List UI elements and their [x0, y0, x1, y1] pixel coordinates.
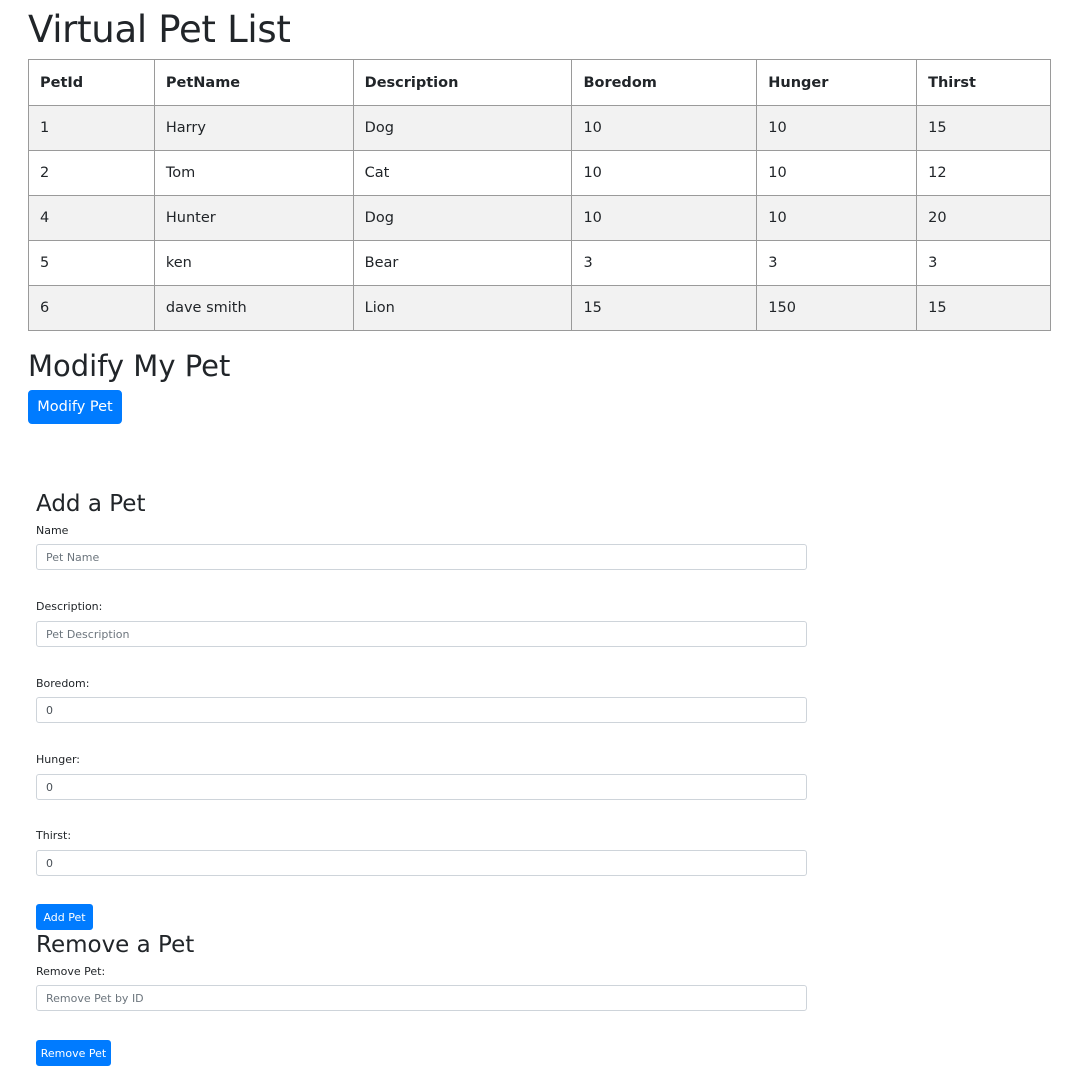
- cell-petid: 6: [28, 285, 155, 331]
- cell-description: Dog: [352, 105, 573, 151]
- remove-pet-label: Remove Pet:: [36, 965, 106, 978]
- cell-boredom: 10: [571, 150, 758, 196]
- cell-petname: Harry: [153, 105, 354, 151]
- cell-petname: dave smith: [153, 285, 354, 331]
- name-label: Name: [36, 524, 69, 537]
- remove-section-title: Remove a Pet: [36, 932, 195, 958]
- cell-hunger: 10: [756, 150, 918, 196]
- column-header-petid: PetId: [28, 59, 155, 106]
- cell-thirst: 15: [916, 105, 1051, 151]
- cell-petname: Hunter: [153, 195, 354, 241]
- boredom-input[interactable]: [36, 697, 807, 723]
- cell-boredom: 3: [571, 240, 758, 286]
- cell-petname: ken: [153, 240, 354, 286]
- column-header-thirst: Thirst: [916, 59, 1051, 106]
- cell-description: Dog: [352, 195, 573, 241]
- cell-petid: 2: [28, 150, 155, 196]
- modify-section-title: Modify My Pet: [28, 349, 231, 383]
- table-row: 1 Harry Dog 10 10 15: [28, 105, 1051, 151]
- hunger-label: Hunger:: [36, 753, 80, 766]
- remove-pet-id-input[interactable]: [36, 985, 807, 1011]
- cell-hunger: 10: [756, 195, 918, 241]
- column-header-boredom: Boredom: [571, 59, 758, 106]
- thirst-label: Thirst:: [36, 829, 72, 842]
- pet-description-input[interactable]: [36, 621, 807, 647]
- hunger-input[interactable]: [36, 774, 807, 800]
- cell-boredom: 10: [571, 105, 758, 151]
- boredom-label: Boredom:: [36, 677, 90, 690]
- table-row: 4 Hunter Dog 10 10 20: [28, 195, 1051, 241]
- table-row: 6 dave smith Lion 15 150 15: [28, 285, 1051, 331]
- cell-description: Bear: [352, 240, 573, 286]
- cell-petname: Tom: [153, 150, 354, 196]
- cell-petid: 1: [28, 105, 155, 151]
- table-row: 5 ken Bear 3 3 3: [28, 240, 1051, 286]
- cell-description: Lion: [352, 285, 573, 331]
- description-label: Description:: [36, 600, 103, 613]
- table-header-row: PetId PetName Description Boredom Hunger…: [28, 59, 1051, 106]
- cell-description: Cat: [352, 150, 573, 196]
- modify-pet-button[interactable]: Modify Pet: [28, 390, 122, 424]
- thirst-input[interactable]: [36, 850, 807, 876]
- cell-petid: 4: [28, 195, 155, 241]
- cell-petid: 5: [28, 240, 155, 286]
- cell-boredom: 10: [571, 195, 758, 241]
- cell-hunger: 10: [756, 105, 918, 151]
- cell-thirst: 12: [916, 150, 1051, 196]
- pet-name-input[interactable]: [36, 544, 807, 570]
- page-title: Virtual Pet List: [28, 8, 291, 51]
- cell-thirst: 20: [916, 195, 1051, 241]
- cell-thirst: 15: [916, 285, 1051, 331]
- column-header-description: Description: [352, 59, 573, 106]
- add-section-title: Add a Pet: [36, 491, 146, 517]
- cell-boredom: 15: [571, 285, 758, 331]
- cell-thirst: 3: [916, 240, 1051, 286]
- column-header-hunger: Hunger: [756, 59, 918, 106]
- table-row: 2 Tom Cat 10 10 12: [28, 150, 1051, 196]
- cell-hunger: 3: [756, 240, 918, 286]
- remove-pet-button[interactable]: Remove Pet: [36, 1040, 111, 1066]
- cell-hunger: 150: [756, 285, 918, 331]
- column-header-petname: PetName: [153, 59, 354, 106]
- add-pet-button[interactable]: Add Pet: [36, 904, 93, 930]
- pet-table: PetId PetName Description Boredom Hunger…: [28, 59, 1051, 331]
